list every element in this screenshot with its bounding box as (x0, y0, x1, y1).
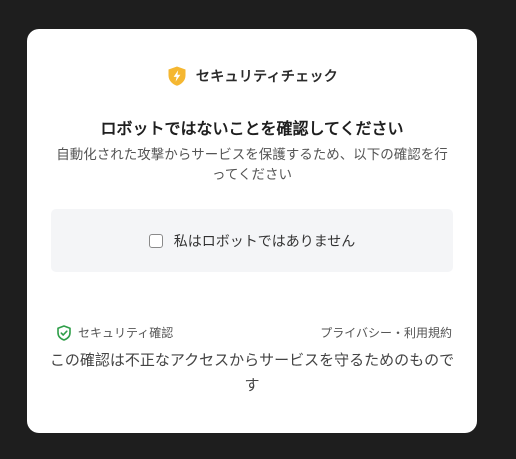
robot-checkbox[interactable] (148, 233, 163, 248)
shield-check-icon (56, 324, 72, 341)
page-title: ロボットではないことを確認してください (100, 119, 404, 138)
privacy-terms-link[interactable]: プライバシー・利用規約 (320, 324, 452, 341)
protection-note: この確認は不正なアクセスからサービスを守るためのものです (49, 351, 455, 394)
brand-header: セキュリティチェック (27, 65, 477, 87)
captcha-card: セキュリティチェック ロボットではないことを確認してください 自動化された攻撃か… (27, 29, 477, 433)
page-subtitle: 自動化された攻撃からサービスを保護するため、以下の確認を行ってください (56, 147, 448, 183)
card-footer: セキュリティ確認 プライバシー・利用規約 (56, 324, 452, 341)
security-label: セキュリティ確認 (78, 326, 174, 340)
security-indicator: セキュリティ確認 (56, 324, 173, 341)
robot-check-button[interactable]: 私はロボットではありません (51, 209, 453, 272)
brand-name: セキュリティチェック (195, 69, 339, 85)
robot-checkbox-label: 私はロボットではありません (173, 233, 356, 250)
shield-bolt-icon (166, 65, 188, 87)
